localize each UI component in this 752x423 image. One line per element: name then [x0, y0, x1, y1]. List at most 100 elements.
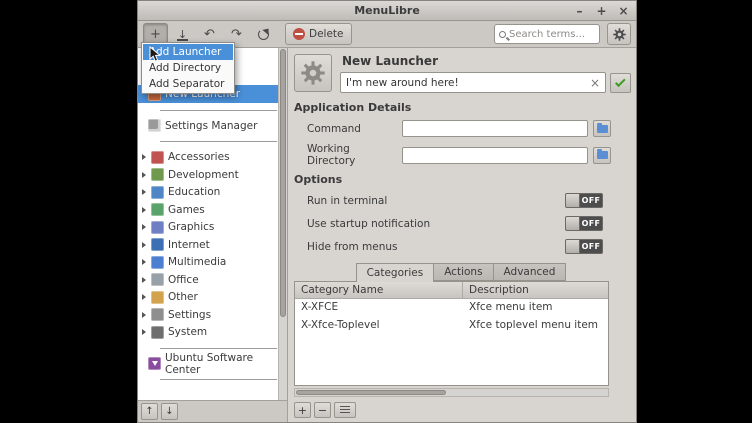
move-up-button[interactable]: ↑ [141, 403, 158, 420]
toggle-state: OFF [580, 240, 602, 253]
expander-icon[interactable] [142, 259, 146, 265]
run-in-terminal-label: Run in terminal [307, 195, 565, 207]
search-input[interactable] [509, 29, 595, 40]
add-category-button[interactable]: + [294, 402, 311, 418]
tab-categories[interactable]: Categories [356, 263, 435, 282]
tree-scrollbar-thumb[interactable] [280, 49, 286, 317]
category-label: Education [168, 186, 220, 198]
tree-item-education[interactable]: Education [138, 184, 287, 202]
separator-line [160, 110, 277, 111]
mouse-cursor [149, 46, 161, 63]
minimize-button[interactable]: – [572, 3, 587, 18]
name-input[interactable] [346, 77, 586, 89]
clear-icon[interactable]: × [590, 76, 600, 90]
move-down-button[interactable]: ↓ [161, 403, 178, 420]
tree-item-settings[interactable]: Settings [138, 306, 287, 324]
hide-from-menus-toggle[interactable]: OFF [565, 239, 603, 254]
plus-icon: + [150, 27, 161, 42]
tree-item-internet[interactable]: Internet [138, 236, 287, 254]
categories-table: Category Name Description X-XFCE Xfce me… [294, 281, 609, 386]
tree-move-toolbar: ↑ ↓ [138, 400, 287, 422]
category-label: Games [168, 204, 205, 216]
software-center-icon [148, 357, 161, 370]
working-directory-input[interactable] [408, 149, 582, 161]
working-directory-browse-button[interactable] [593, 147, 611, 164]
expander-icon[interactable] [142, 312, 146, 318]
tree-separator[interactable] [138, 103, 287, 117]
close-button[interactable]: × [616, 3, 631, 18]
expander-icon[interactable] [142, 294, 146, 300]
revert-button[interactable] [251, 23, 276, 45]
window-controls: – + × [572, 1, 631, 20]
table-scrollbar-thumb[interactable] [296, 390, 446, 395]
remove-category-button[interactable]: − [314, 402, 331, 418]
command-field-row: Command [307, 120, 611, 137]
folder-icon [597, 151, 608, 159]
clear-categories-button[interactable] [334, 402, 356, 418]
tree-separator[interactable] [138, 135, 287, 149]
save-icon: ↓ [176, 28, 189, 41]
gear-icon [612, 27, 627, 42]
delete-button[interactable]: Delete [285, 23, 352, 45]
table-horizontal-scrollbar[interactable] [294, 388, 609, 397]
launcher-title: New Launcher [342, 54, 631, 68]
launcher-icon-button[interactable] [294, 54, 332, 92]
menu-tree: New Launcher Settings Manager Accessorie… [138, 48, 287, 400]
run-in-terminal-toggle[interactable]: OFF [565, 193, 603, 208]
table-row[interactable]: X-Xfce-Toplevel Xfce toplevel menu item [295, 317, 608, 335]
column-header-category-name[interactable]: Category Name [295, 282, 463, 298]
settings-button[interactable] [607, 23, 631, 45]
expander-icon[interactable] [142, 242, 146, 248]
categories-table-header: Category Name Description [295, 282, 608, 299]
startup-notification-toggle[interactable]: OFF [565, 216, 603, 231]
name-entry-box: × [340, 72, 606, 93]
tree-item-development[interactable]: Development [138, 166, 287, 184]
tree-item-label: Ubuntu Software Center [165, 352, 287, 376]
tree-scrollbar[interactable] [278, 48, 287, 400]
tree-item-system[interactable]: System [138, 324, 287, 342]
tree-item-multimedia[interactable]: Multimedia [138, 254, 287, 272]
toggle-knob [566, 194, 580, 207]
category-label: Internet [168, 239, 210, 251]
editor-header: New Launcher × [294, 54, 631, 93]
command-input[interactable] [408, 123, 582, 135]
category-icon [151, 168, 164, 181]
command-entry-box [402, 120, 588, 137]
minus-icon: − [318, 404, 327, 417]
tab-advanced[interactable]: Advanced [493, 263, 567, 281]
separator-line [160, 379, 277, 380]
main-area: New Launcher Settings Manager Accessorie… [138, 48, 636, 422]
category-icon [151, 308, 164, 321]
hide-from-menus-label: Hide from menus [307, 241, 565, 253]
tree-item-other[interactable]: Other [138, 289, 287, 307]
tree-item-ubuntu-software-center[interactable]: Ubuntu Software Center [138, 355, 287, 373]
expander-icon[interactable] [142, 154, 146, 160]
table-row[interactable]: X-XFCE Xfce menu item [295, 299, 608, 317]
expander-icon[interactable] [142, 189, 146, 195]
tree-item-games[interactable]: Games [138, 201, 287, 219]
command-browse-button[interactable] [593, 120, 611, 137]
apply-name-button[interactable] [610, 73, 631, 93]
tree-item-accessories[interactable]: Accessories [138, 149, 287, 167]
menu-item-add-separator[interactable]: Add Separator [143, 76, 233, 92]
refresh-icon [258, 29, 269, 40]
category-label: Multimedia [168, 256, 226, 268]
expander-icon[interactable] [142, 207, 146, 213]
working-directory-entry-box [402, 147, 588, 164]
category-icon [151, 221, 164, 234]
expander-icon[interactable] [142, 172, 146, 178]
delete-label: Delete [309, 28, 344, 40]
column-header-description[interactable]: Description [463, 282, 608, 298]
toggle-knob [566, 217, 580, 230]
expander-icon[interactable] [142, 329, 146, 335]
maximize-button[interactable]: + [594, 3, 609, 18]
category-icon [151, 256, 164, 269]
expander-icon[interactable] [142, 277, 146, 283]
tree-item-settings-manager[interactable]: Settings Manager [138, 117, 287, 135]
working-directory-field-row: Working Directory [307, 143, 611, 167]
application-details-heading: Application Details [294, 101, 631, 114]
tree-item-graphics[interactable]: Graphics [138, 219, 287, 237]
tree-item-office[interactable]: Office [138, 271, 287, 289]
tab-actions[interactable]: Actions [433, 263, 493, 281]
expander-icon[interactable] [142, 224, 146, 230]
